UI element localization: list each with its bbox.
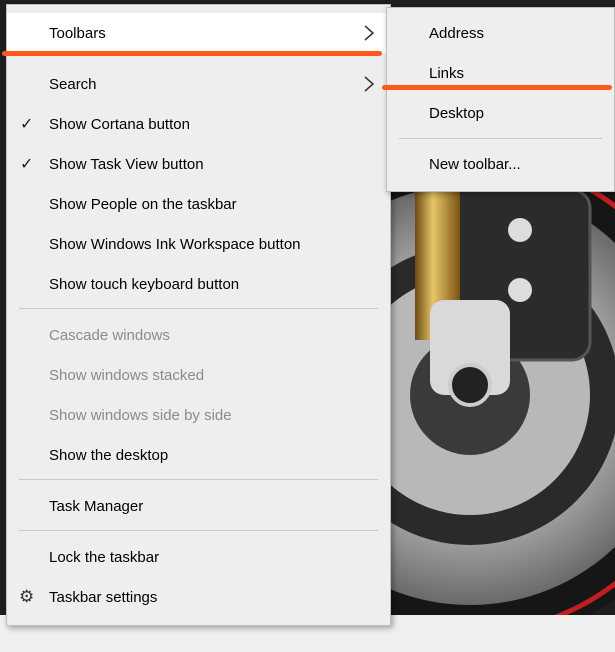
menu-item-toolbars[interactable]: Toolbars [7,13,390,53]
menu-item-show-windows-side-by-side: Show windows side by side [7,395,390,435]
taskbar-context-menu: Toolbars Search ✓ Show Cortana button ✓ … [6,4,391,626]
menu-item-taskbar-settings[interactable]: ⚙ Taskbar settings [7,577,390,617]
menu-item-label: Cascade windows [49,326,170,344]
submenu-separator [399,138,602,139]
menu-item-show-task-view-button[interactable]: ✓ Show Task View button [7,144,390,184]
chevron-right-icon [364,25,375,41]
gear-icon: ⚙ [19,587,35,606]
menu-separator [19,308,378,309]
toolbars-submenu: Address Links Desktop New toolbar... [386,7,615,192]
menu-item-label: Taskbar settings [49,588,158,606]
menu-item-label: Show touch keyboard button [49,275,240,293]
menu-item-lock-the-taskbar[interactable]: Lock the taskbar [7,537,390,577]
menu-item-label: Show the desktop [49,446,169,464]
menu-item-label: Show Cortana button [49,115,190,133]
menu-item-label: Toolbars [49,24,106,42]
menu-item-task-manager[interactable]: Task Manager [7,486,390,526]
menu-item-label: Show windows side by side [49,406,232,424]
submenu-item-label: Links [429,64,465,82]
menu-item-label: Task Manager [49,497,144,515]
menu-item-label: Show People on the taskbar [49,195,237,213]
menu-item-label: Show Windows Ink Workspace button [49,235,301,253]
chevron-right-icon [364,76,375,92]
menu-item-label: Lock the taskbar [49,548,160,566]
menu-item-search[interactable]: Search [7,64,390,104]
annotation-underline-toolbars [2,51,382,56]
menu-item-show-windows-stacked: Show windows stacked [7,355,390,395]
menu-item-cascade-windows: Cascade windows [7,315,390,355]
menu-item-label: Search [49,75,97,93]
menu-item-label: Show windows stacked [49,366,205,384]
submenu-item-label: New toolbar... [429,155,521,173]
submenu-item-label: Desktop [429,104,485,122]
submenu-item-address[interactable]: Address [387,13,614,53]
menu-item-show-ink-workspace[interactable]: Show Windows Ink Workspace button [7,224,390,264]
submenu-item-desktop[interactable]: Desktop [387,93,614,133]
menu-item-show-the-desktop[interactable]: Show the desktop [7,435,390,475]
submenu-item-label: Address [429,24,485,42]
menu-separator [19,479,378,480]
submenu-item-new-toolbar[interactable]: New toolbar... [387,144,614,184]
menu-separator [19,530,378,531]
menu-item-show-people[interactable]: Show People on the taskbar [7,184,390,224]
menu-item-show-touch-keyboard[interactable]: Show touch keyboard button [7,264,390,304]
menu-item-label: Show Task View button [49,155,204,173]
checkmark-icon: ✓ [20,156,34,173]
menu-item-show-cortana-button[interactable]: ✓ Show Cortana button [7,104,390,144]
annotation-underline-links [382,85,612,90]
checkmark-icon: ✓ [20,116,34,133]
